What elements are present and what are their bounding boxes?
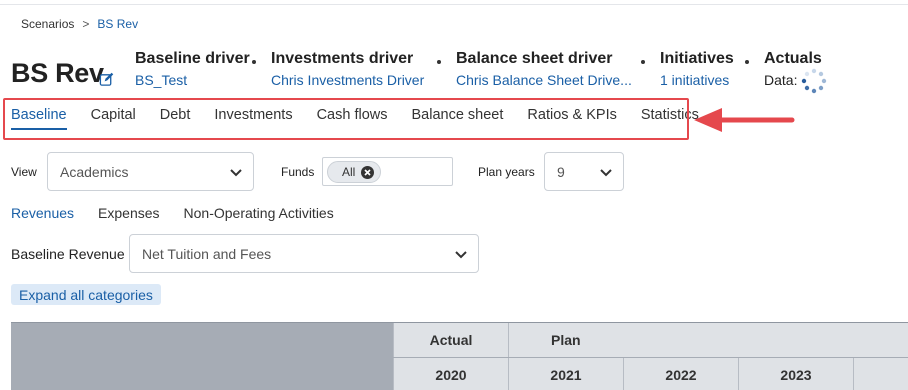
page-title: BS Rev (11, 58, 104, 88)
baseline-driver-label: Baseline driver (135, 50, 250, 67)
chevron-down-icon (230, 168, 242, 176)
subtab-revenues[interactable]: Revenues (11, 205, 74, 225)
header-year: 2021 (508, 358, 623, 390)
annotation-highlight-box (3, 98, 689, 140)
edit-icon[interactable] (99, 72, 114, 87)
breadcrumb-current[interactable]: BS Rev (97, 17, 138, 31)
subtab-non-operating-activities[interactable]: Non-Operating Activities (184, 205, 334, 225)
header-year: 2020 (393, 358, 508, 390)
subtab-expenses[interactable]: Expenses (98, 205, 159, 225)
loading-spinner-icon (801, 68, 827, 94)
initiatives-label: Initiatives (660, 50, 734, 67)
funds-label: Funds (281, 165, 315, 179)
header-year: 2023 (738, 358, 853, 390)
top-border (0, 0, 908, 5)
balance-sheet-driver-block: Balance sheet driver Chris Balance Sheet… (456, 50, 632, 88)
expand-all-categories-button[interactable]: Expand all categories (11, 284, 161, 305)
initiatives-block: Initiatives 1 initiatives (660, 50, 734, 88)
plan-years-value: 9 (557, 163, 565, 180)
balance-sheet-driver-link[interactable]: Chris Balance Sheet Drive... (456, 72, 632, 88)
breadcrumb-separator: > (82, 17, 90, 31)
actuals-label: Actuals (764, 50, 822, 67)
view-label: View (11, 165, 37, 179)
header-year: 2022 (623, 358, 738, 390)
header-group-plan: Plan (508, 323, 908, 357)
separator-dot (252, 60, 256, 64)
annotation-arrow-icon (694, 108, 795, 132)
baseline-revenue-value: Net Tuition and Fees (142, 245, 272, 262)
separator-dot (745, 60, 749, 64)
category-subtabs: Revenues Expenses Non-Operating Activiti… (11, 205, 358, 225)
investments-driver-link[interactable]: Chris Investments Driver (271, 72, 424, 88)
view-select-value: Academics (60, 163, 129, 180)
breadcrumb-scenarios-link[interactable]: Scenarios (21, 17, 74, 31)
balance-sheet-driver-label: Balance sheet driver (456, 50, 613, 67)
baseline-driver-block: Baseline driver BS_Test (135, 50, 250, 88)
baseline-revenue-select[interactable]: Net Tuition and Fees (129, 234, 479, 273)
view-select[interactable]: Academics (47, 152, 254, 191)
initiatives-link[interactable]: 1 initiatives (660, 72, 734, 88)
separator-dot (641, 60, 645, 64)
data-table: Actual Plan 2020 2021 2022 2023 (11, 322, 908, 390)
funds-chip-all[interactable]: All (327, 161, 382, 183)
plan-years-label: Plan years (478, 165, 535, 179)
investments-driver-label: Investments driver (271, 50, 414, 67)
plan-years-select[interactable]: 9 (544, 152, 624, 191)
remove-chip-icon[interactable] (361, 165, 375, 179)
breadcrumb: Scenarios > BS Rev (21, 17, 138, 31)
funds-chip-label: All (342, 165, 356, 179)
header-group-actual: Actual (393, 323, 508, 357)
chevron-down-icon (455, 250, 467, 258)
investments-driver-block: Investments driver Chris Investments Dri… (271, 50, 424, 88)
baseline-driver-link[interactable]: BS_Test (135, 72, 250, 88)
separator-dot (437, 60, 441, 64)
funds-multiselect[interactable]: All (322, 157, 453, 186)
baseline-revenue-label: Baseline Revenue (11, 246, 125, 262)
chevron-down-icon (600, 168, 612, 176)
header-year-partial (853, 358, 908, 390)
